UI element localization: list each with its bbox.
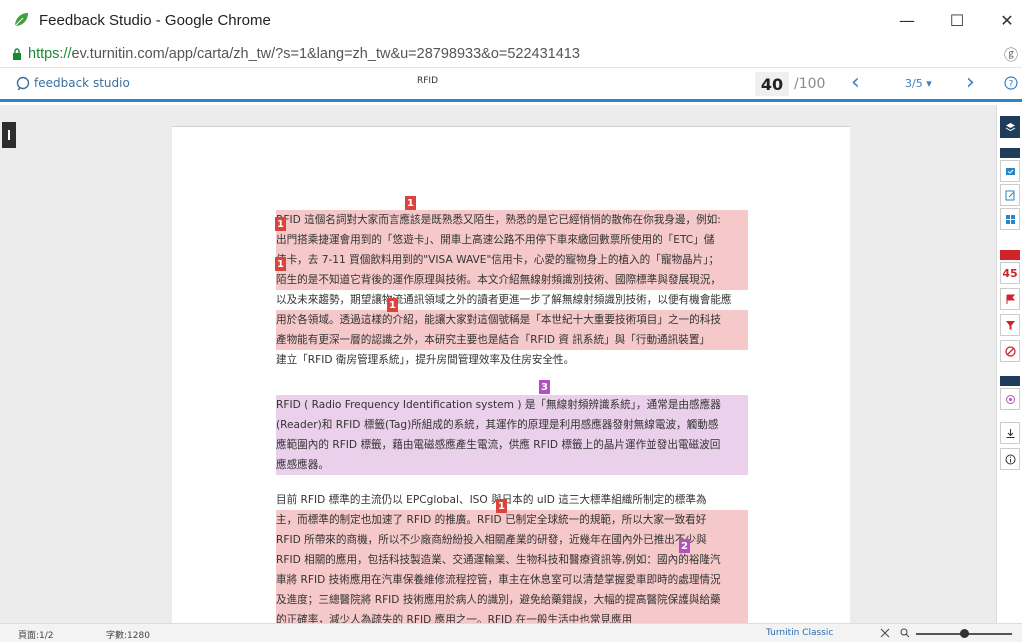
grade-max: /100 xyxy=(794,76,826,92)
match-marker[interactable]: 2 xyxy=(679,539,690,553)
download-icon[interactable] xyxy=(1000,422,1020,444)
match-marker[interactable]: 1 xyxy=(275,217,286,231)
left-panel-toggle[interactable] xyxy=(2,122,16,148)
fullscreen-icon[interactable] xyxy=(880,628,890,638)
match-marker[interactable]: 1 xyxy=(387,298,398,312)
text-line[interactable]: 及進度；三總醫院將 RFID 技術應用於病人的識別，避免給藥錯誤，大幅的提高醫院… xyxy=(276,590,748,610)
address-bar[interactable]: https://ev.turnitin.com/app/carta/zh_tw/… xyxy=(0,40,1022,68)
match-marker[interactable]: 1 xyxy=(275,257,286,271)
text-line[interactable]: 值卡，去 7-11 買個飲料用到的"VISA WAVE"信用卡，心愛的寵物身上的… xyxy=(276,250,748,270)
paragraph-1: RFID 這個名詞對大家而言應該是既熟悉又陌生，熟悉的是它已經悄悄的散佈在你我身… xyxy=(276,210,748,370)
rubric-icon[interactable] xyxy=(1000,208,1020,230)
feedback-studio-header: feedback studio RFID 40 /100 ‹ 3/5 ▾ › ? xyxy=(0,68,1022,102)
info-icon[interactable] xyxy=(1000,448,1020,470)
url-text[interactable]: https://ev.turnitin.com/app/carta/zh_tw/… xyxy=(28,46,580,62)
zoom-slider-handle[interactable] xyxy=(960,629,969,638)
tool-rail xyxy=(996,105,1022,623)
url-path: ev.turnitin.com/app/carta/zh_tw/?s=1&lan… xyxy=(71,45,580,62)
next-paper-button[interactable]: › xyxy=(966,70,975,95)
text-line[interactable]: 主，而標準的制定也加速了 RFID 的推廣。RFID 已制定全球統一的規範，所以… xyxy=(276,510,748,530)
paragraph-2: RFID ( Radio Frequency Identification sy… xyxy=(276,395,748,475)
text-line[interactable]: RFID 相關的應用，包括科技製造業、交通運輸業、生物科技和醫療資訊等,例如：國… xyxy=(276,550,748,570)
minimize-button[interactable]: — xyxy=(884,0,930,40)
text-line[interactable]: RFID ( Radio Frequency Identification sy… xyxy=(276,395,748,415)
lock-icon xyxy=(13,47,21,60)
text-line[interactable]: 出門搭乘捷運會用到的「悠遊卡」、開車上高速公路不用停下車來繳回數票所使用的「ET… xyxy=(276,230,748,250)
page-count: 頁面:1/2 xyxy=(18,631,54,641)
text-line[interactable]: 目前 RFID 標準的主流仍以 EPCglobal、ISO 與日本的 uID 這… xyxy=(276,490,748,510)
layers-icon[interactable] xyxy=(1000,116,1020,138)
text-line[interactable]: 車將 RFID 技術應用在汽車保養維修流程控管，車主在休息室可以清楚掌握愛車即時… xyxy=(276,570,748,590)
previous-paper-button[interactable]: ‹ xyxy=(851,70,860,95)
feedback-summary-icon[interactable] xyxy=(1000,184,1020,206)
url-scheme: https:// xyxy=(28,45,72,62)
paragraph-3: 目前 RFID 標準的主流仍以 EPCglobal、ISO 與日本的 uID 這… xyxy=(276,490,748,630)
exclude-icon[interactable] xyxy=(1000,340,1020,362)
flag-icon[interactable] xyxy=(1000,288,1020,310)
text-line[interactable]: 陌生的是不知道它背後的運作原理與技術。本文介紹無線射頻識別技術、國際標準與發展現… xyxy=(276,270,748,290)
document-title: RFID xyxy=(417,76,439,86)
quickmark-icon[interactable] xyxy=(1000,160,1020,182)
text-line[interactable]: RFID 這個名詞對大家而言應該是既熟悉又陌生，熟悉的是它已經悄悄的散佈在你我身… xyxy=(276,210,748,230)
feedback-studio-brand: feedback studio xyxy=(34,76,130,90)
match-marker[interactable]: 3 xyxy=(539,380,550,394)
text-line[interactable]: 以及未來趨勢，期望讓物流通訊領域之外的讀者更進一步了解無線射頻識別技術，以便有機… xyxy=(276,290,748,310)
text-line[interactable]: RFID 所帶來的商機，所以不少廠商紛紛投入相關產業的研發，近幾年在國內外已推出… xyxy=(276,530,748,550)
feedback-studio-leaf-icon xyxy=(14,13,28,27)
help-icon[interactable]: ? xyxy=(1004,76,1018,90)
feedback-studio-logo-icon xyxy=(16,76,30,90)
word-count: 字數:1280 xyxy=(106,631,150,641)
window-titlebar: Feedback Studio - Google Chrome — ☐ ✕ xyxy=(0,0,1022,40)
status-bar: 頁面:1/2 字數:1280 Turnitin Classic xyxy=(0,623,1022,642)
svg-text:?: ? xyxy=(1009,80,1014,90)
maximize-button[interactable]: ☐ xyxy=(934,0,980,40)
text-line[interactable]: 產物能有更深一層的認識之外，本研究主要也是結合「RFID 資 訊系統」與「行動通… xyxy=(276,330,748,350)
text-line[interactable]: (Reader)和 RFID 標籤(Tag)所組成的系統，其運作的原理是利用感應… xyxy=(276,415,748,435)
etc-tool-icon[interactable] xyxy=(1000,388,1020,410)
text-line[interactable]: 建立「RFID 衛房管理系統」，提升房間管理效率及住房安全性。 xyxy=(276,350,748,370)
close-button[interactable]: ✕ xyxy=(984,0,1022,40)
feedback-studio-logo[interactable]: feedback studio xyxy=(16,76,130,90)
text-line[interactable]: 應範圍內的 RFID 標籤，藉由電磁感應產生電流，供應 RFID 標籤上的晶片運… xyxy=(276,435,748,455)
etc-group-header xyxy=(1000,376,1020,386)
match-marker[interactable]: 1 xyxy=(405,196,416,210)
zoom-out-icon[interactable] xyxy=(900,628,910,638)
turnitin-classic-link[interactable]: Turnitin Classic xyxy=(766,628,833,638)
text-line[interactable]: 用於各領域。透過這樣的介紹，能讓大家對這個號稱是「本世紀十大重要技術項目」之一的… xyxy=(276,310,748,330)
match-marker[interactable]: 1 xyxy=(496,499,507,513)
google-account-icon[interactable]: ⓖ xyxy=(1004,45,1018,65)
window-title: Feedback Studio - Google Chrome xyxy=(39,11,271,29)
text-line[interactable]: 應感應器。 xyxy=(276,455,748,475)
similarity-score-button[interactable]: 45 xyxy=(1000,262,1020,284)
grading-group-header xyxy=(1000,148,1020,158)
paper-pager-dropdown[interactable]: 3/5 ▾ xyxy=(905,77,932,90)
browser-window: Feedback Studio - Google Chrome — ☐ ✕ ht… xyxy=(0,0,1022,642)
similarity-group-header xyxy=(1000,250,1020,260)
grade-input[interactable]: 40 xyxy=(755,72,789,96)
filter-icon[interactable] xyxy=(1000,314,1020,336)
